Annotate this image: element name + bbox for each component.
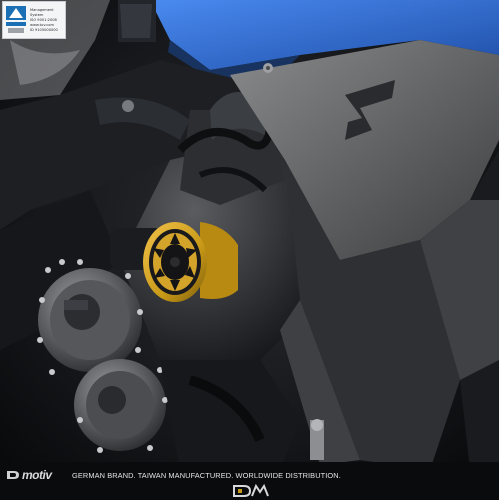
cert-line-2: System [30, 13, 44, 17]
footer-brand: motiv [22, 468, 52, 482]
cert-line-4: www.tuv.com [30, 23, 54, 27]
cert-line-1: Management [30, 8, 54, 12]
certification-text: Management System ISO 9001:2008 www.tuv.… [30, 8, 58, 32]
tuv-icon [5, 5, 27, 35]
motorcycle-photo [0, 0, 499, 500]
footer-tagline: GERMAN BRAND. TAIWAN MANUFACTURED. WORLD… [72, 471, 341, 480]
dimotiv-mark-icon [6, 469, 20, 481]
footer-banner: motiv GERMAN BRAND. TAIWAN MANUFACTURED.… [0, 464, 499, 500]
dmv-logo-icon [232, 484, 272, 498]
certification-badge: Management System ISO 9001:2008 www.tuv.… [2, 1, 66, 39]
cert-line-3: ISO 9001:2008 [30, 18, 57, 22]
product-photo: Management System ISO 9001:2008 www.tuv.… [0, 0, 499, 500]
cert-line-5: ID 9105000000 [30, 28, 58, 32]
